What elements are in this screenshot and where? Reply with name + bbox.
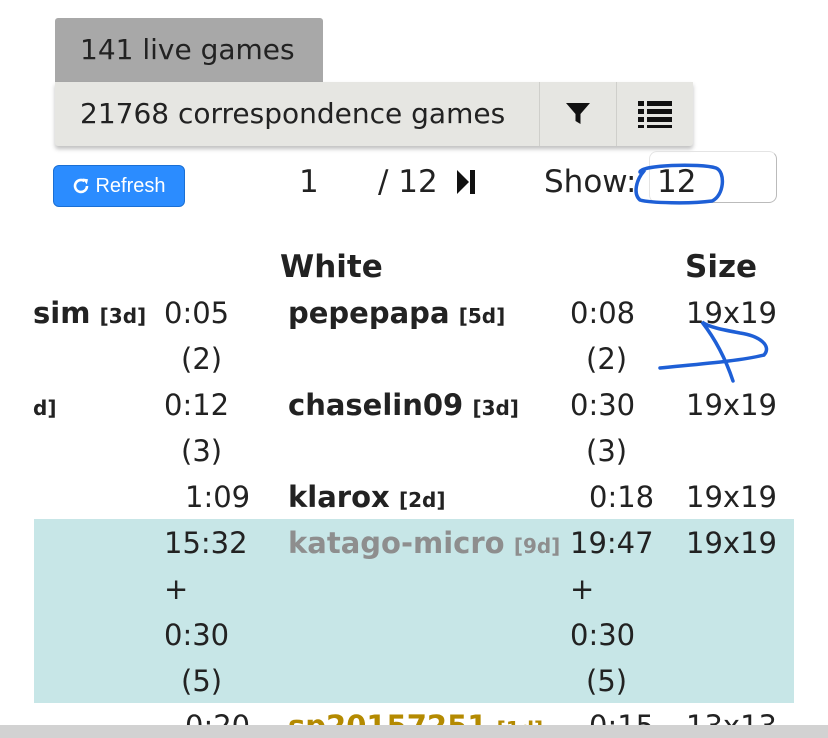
white-clock-plus: + [570,572,595,606]
column-header-size[interactable]: Size [685,245,757,289]
black-periods: (2) [181,342,223,376]
white-player-rank: [9d] [513,534,561,558]
white-player-rank: [3d] [472,396,519,420]
white-player-name[interactable]: chaselin09 [288,388,463,422]
white-clock: 0:08 [570,296,636,330]
horizontal-scrollbar[interactable] [0,725,828,738]
white-clock: 0:15 [589,703,654,725]
refresh-icon [74,178,89,194]
table-row-partial[interactable]: 0:20 sp20157251 [1d] 0:15 13x13 [0,703,828,725]
white-player-rank: [2d] [398,488,446,512]
black-clock-plus: + [164,572,189,606]
black-player-rank: [3d] [99,304,147,328]
white-periods: (3) [586,434,628,468]
page-current[interactable]: 1 [299,160,319,204]
black-clock: 0:05 [164,296,230,330]
show-count-value: 12 [657,164,697,200]
white-player-name[interactable]: pepepapa [288,296,450,330]
refresh-button[interactable]: Refresh [53,165,185,207]
black-clock: 1:09 [185,480,251,514]
column-header-white[interactable]: White [280,245,383,289]
board-size: 13x13 [686,703,777,725]
refresh-label: Refresh [95,175,166,197]
white-periods: (2) [586,342,628,376]
black-clock: 0:12 [164,388,230,422]
tab-live-games[interactable]: 141 live games [55,18,323,82]
white-clock-main: 19:47 [570,526,654,560]
black-periods: (5) [181,664,223,698]
list-icon [638,101,672,128]
black-clock-byoyomi: 0:30 [164,618,230,652]
white-player-name[interactable]: sp20157251 [288,709,487,725]
white-clock: 0:30 [570,388,636,422]
white-player-rank: [1d] [497,717,544,725]
list-view-button[interactable] [616,82,693,146]
board-size: 19x19 [686,296,777,330]
tab-correspondence-games[interactable]: 21768 correspondence games [55,82,539,146]
board-size: 19x19 [686,526,777,560]
white-player-name[interactable]: klarox [288,480,390,514]
black-periods: (3) [181,434,223,468]
last-page-icon[interactable] [456,169,476,195]
board-size: 19x19 [686,388,777,422]
page-total: / 12 [378,164,438,200]
black-player-rank: d] [33,396,57,420]
white-clock: 0:18 [589,480,655,514]
white-clock-byoyomi: 0:30 [570,618,636,652]
show-label: Show: [544,164,637,200]
tab-bar: 21768 correspondence games [55,82,693,146]
filter-button[interactable] [539,82,616,146]
black-clock: 0:20 [185,703,250,725]
white-player-name[interactable]: katago-micro [288,526,505,560]
black-player-name[interactable]: sim [33,296,90,330]
white-periods: (5) [586,664,628,698]
filter-icon [566,103,590,124]
black-clock-main: 15:32 [164,526,248,560]
white-player-rank: [5d] [458,304,506,328]
board-size: 19x19 [686,480,777,514]
